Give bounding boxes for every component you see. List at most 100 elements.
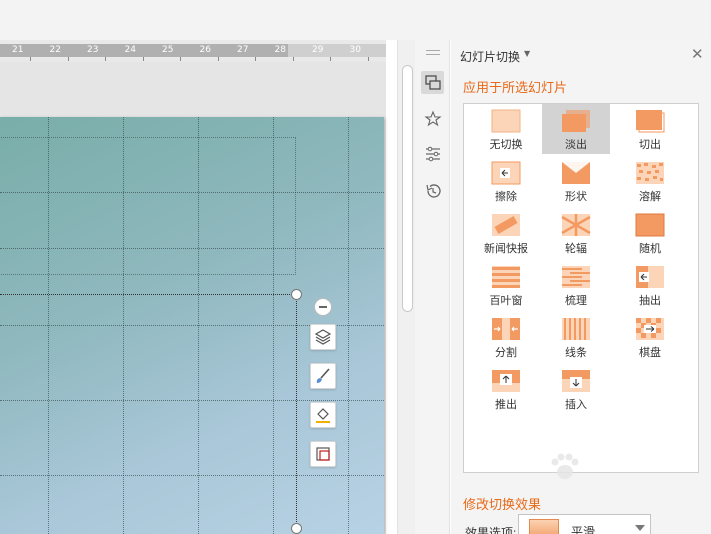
transition-effect-split[interactable]: 分割 <box>472 312 540 362</box>
layers-button[interactable] <box>310 324 336 350</box>
newsflash-transition-icon <box>492 214 520 236</box>
transition-effect-dissolve[interactable]: 溶解 <box>616 156 684 206</box>
slide-transition-tool[interactable] <box>421 71 444 94</box>
guide-line-horizontal <box>0 475 384 476</box>
slide-transition-panel: 幻灯片切换 ▼ ✕ 应用于所选幻灯片 无切换 淡出 切出擦除 形状 溶解新闻快报 轮辐 随机… <box>451 40 711 534</box>
fill-button[interactable] <box>310 402 336 428</box>
cover-transition-icon <box>562 370 590 392</box>
side-toolbar <box>415 40 450 534</box>
transition-effects-grid: 无切换 淡出 切出擦除 形状 溶解新闻快报 轮辐 随机百叶窗 梳理 抽出分割 线条 棋盘推出 插入 <box>463 103 699 473</box>
ruler-tick <box>142 57 144 61</box>
split-transition-icon <box>492 318 520 340</box>
transition-effect-cover[interactable]: 插入 <box>542 364 610 414</box>
border-icon <box>316 447 330 461</box>
title-placeholder[interactable] <box>0 137 296 275</box>
ruler-label: 28 <box>274 45 286 55</box>
history-tool[interactable] <box>421 179 444 202</box>
panel-menu-caret-icon[interactable]: ▼ <box>524 49 530 58</box>
ruler-label: 27 <box>237 45 249 55</box>
transition-effect-blinds[interactable]: 百叶窗 <box>472 260 540 310</box>
slide-canvas-area[interactable] <box>0 62 386 534</box>
transition-effect-label: 溶解 <box>639 191 661 203</box>
ruler-label: 26 <box>199 45 211 55</box>
transition-effect-newsflash[interactable]: 新闻快报 <box>472 208 540 258</box>
guide-line-horizontal <box>0 192 384 193</box>
ruler-tick <box>180 57 181 61</box>
scrollbar-thumb[interactable] <box>402 65 413 312</box>
transition-effect-shape[interactable]: 形状 <box>542 156 610 206</box>
selection-border-right <box>296 294 297 534</box>
transition-effect-label: 轮辐 <box>565 243 587 255</box>
selection-border-top <box>0 294 296 295</box>
panel-title[interactable]: 幻灯片切换 <box>460 48 520 65</box>
transition-effect-label: 形状 <box>565 191 587 203</box>
transition-effect-random[interactable]: 随机 <box>616 208 684 258</box>
brush-style-button[interactable] <box>310 363 336 389</box>
ruler-label: 21 <box>12 45 24 55</box>
transition-effect-lines[interactable]: 线条 <box>542 312 610 362</box>
collapse-toolbar-button[interactable] <box>314 298 332 316</box>
properties-tool[interactable] <box>421 142 444 165</box>
push-transition-icon <box>492 370 520 392</box>
ruler-tick <box>367 57 369 61</box>
ruler-tick <box>330 57 331 61</box>
transition-effect-comb[interactable]: 梳理 <box>542 260 610 310</box>
top-toolbar <box>0 0 711 40</box>
shape-transition-icon <box>562 162 590 184</box>
transition-effect-label: 无切换 <box>489 139 523 151</box>
ruler-labels: 21 22 23 24 25 26 27 28 29 30 31 <box>0 44 398 57</box>
comb-transition-icon <box>562 266 590 288</box>
apply-to-selected-label: 应用于所选幻灯片 <box>463 80 568 95</box>
app-window: 21 22 23 24 25 26 27 28 29 30 31 幻灯片切换 ▼… <box>0 0 711 534</box>
grip-icon[interactable] <box>426 50 440 55</box>
guide-line-horizontal <box>0 400 384 401</box>
transition-effect-checkerboard[interactable]: 棋盘 <box>616 312 684 362</box>
wheel-transition-icon <box>561 214 591 236</box>
ruler-tick <box>217 57 219 61</box>
border-button[interactable] <box>310 441 336 467</box>
transition-effect-wheel[interactable]: 轮辐 <box>542 208 610 258</box>
animation-tool[interactable] <box>421 107 444 130</box>
transition-effect-label: 抽出 <box>639 295 661 307</box>
ruler-label: 24 <box>124 45 136 55</box>
brush-icon <box>316 368 330 383</box>
transition-effect-fade[interactable]: 淡出 <box>542 104 610 154</box>
random-transition-icon <box>635 213 665 237</box>
resize-handle-bottom-right[interactable] <box>291 523 302 534</box>
vertical-scrollbar[interactable] <box>397 40 415 534</box>
transition-effect-label: 擦除 <box>495 191 517 203</box>
close-icon[interactable]: ✕ <box>691 45 704 63</box>
transition-effect-cut[interactable]: 切出 <box>616 104 684 154</box>
transition-effect-label: 插入 <box>565 399 587 411</box>
effect-option-value: 平滑 <box>571 525 596 534</box>
baidu-watermark-logo <box>548 452 678 502</box>
transition-effect-label: 分割 <box>495 347 517 359</box>
option-thumb-icon <box>529 519 559 534</box>
transition-effect-pull[interactable]: 抽出 <box>616 260 684 310</box>
ruler-tick <box>67 57 69 61</box>
chevron-down-icon[interactable] <box>635 525 645 531</box>
dissolve-transition-icon <box>636 162 664 184</box>
blinds-transition-icon <box>492 266 520 288</box>
ruler-label: 25 <box>162 45 174 55</box>
effect-option-select[interactable]: 平滑 <box>518 514 651 534</box>
effect-option-label: 效果选项: <box>465 526 517 534</box>
transition-effect-none[interactable]: 无切换 <box>472 104 540 154</box>
transition-effect-label: 新闻快报 <box>484 243 528 255</box>
ruler-label: 22 <box>49 45 61 55</box>
transition-effect-wipe[interactable]: 擦除 <box>472 156 540 206</box>
none-transition-icon <box>491 109 521 133</box>
ruler-label: 29 <box>312 45 324 55</box>
transition-effect-label: 棋盘 <box>639 347 661 359</box>
ruler-tick <box>30 57 31 61</box>
resize-handle-top-right[interactable] <box>291 289 302 300</box>
layers-icon <box>314 329 332 345</box>
transition-effect-label: 随机 <box>639 243 661 255</box>
modify-transition-label: 修改切换效果 <box>463 497 542 512</box>
fade-transition-icon <box>562 110 590 132</box>
horizontal-ruler: 21 22 23 24 25 26 27 28 29 30 31 <box>0 40 406 62</box>
transition-effect-label: 淡出 <box>565 139 587 151</box>
lines-transition-icon <box>562 318 590 340</box>
ruler-label: 23 <box>87 45 99 55</box>
transition-effect-push[interactable]: 推出 <box>472 364 540 414</box>
